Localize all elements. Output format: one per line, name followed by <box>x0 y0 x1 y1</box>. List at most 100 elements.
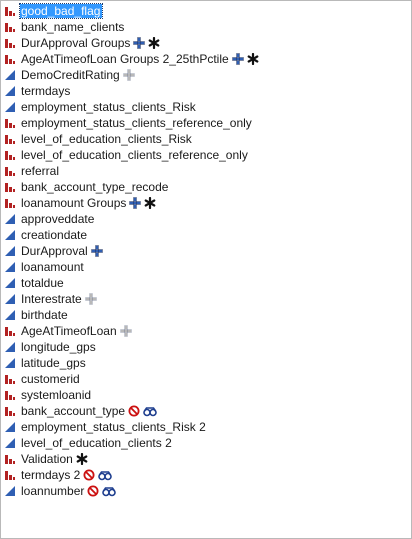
continuous-triangle-icon <box>4 85 16 97</box>
hidden-icon[interactable] <box>102 485 117 497</box>
continuous-triangle-icon <box>4 69 16 81</box>
column-name: creationdate <box>21 228 88 242</box>
continuous-triangle-icon <box>4 245 16 257</box>
column-row[interactable]: referral <box>2 163 407 179</box>
column-row[interactable]: bank_account_type <box>2 403 407 419</box>
nominal-bar-icon <box>4 389 16 401</box>
column-name: termdays <box>21 84 71 98</box>
column-name: good_bad_flag <box>18 3 104 19</box>
asterisk-icon[interactable] <box>76 453 88 465</box>
asterisk-icon[interactable] <box>247 53 259 65</box>
nominal-bar-icon <box>4 405 16 417</box>
formula-blue-icon[interactable] <box>231 53 244 65</box>
formula-gray-icon[interactable] <box>84 293 97 305</box>
formula-blue-icon[interactable] <box>90 245 103 257</box>
formula-gray-icon[interactable] <box>122 69 135 81</box>
nominal-bar-icon <box>4 373 16 385</box>
nominal-bar-icon <box>4 325 16 337</box>
column-row[interactable]: DurApproval Groups <box>2 35 407 51</box>
hidden-icon[interactable] <box>143 405 157 417</box>
nominal-bar-icon <box>4 165 16 177</box>
column-name: customerid <box>21 372 80 386</box>
column-row[interactable]: birthdate <box>2 307 407 323</box>
nominal-bar-icon <box>4 197 16 209</box>
continuous-triangle-icon <box>4 357 16 369</box>
column-name: Validation <box>21 452 73 466</box>
nominal-bar-icon <box>4 117 16 129</box>
column-row[interactable]: bank_account_type_recode <box>2 179 407 195</box>
column-name: level_of_education_clients_reference_onl… <box>21 148 248 162</box>
column-name: Interestrate <box>21 292 82 306</box>
formula-blue-icon[interactable] <box>133 37 146 49</box>
column-name: employment_status_clients_reference_only <box>21 116 252 130</box>
continuous-triangle-icon <box>4 485 16 497</box>
formula-gray-icon[interactable] <box>119 325 132 337</box>
column-name: AgeAtTimeofLoan <box>21 324 117 338</box>
excluded-icon[interactable] <box>83 469 95 481</box>
column-row[interactable]: level_of_education_clients_Risk <box>2 131 407 147</box>
column-row[interactable]: DemoCreditRating <box>2 67 407 83</box>
continuous-triangle-icon <box>4 277 16 289</box>
column-row[interactable]: good_bad_flag <box>2 3 407 19</box>
formula-blue-icon[interactable] <box>129 197 142 209</box>
column-row[interactable]: approveddate <box>2 211 407 227</box>
column-name: latitude_gps <box>21 356 86 370</box>
continuous-triangle-icon <box>4 437 16 449</box>
column-name: DurApproval Groups <box>21 36 131 50</box>
column-name: employment_status_clients_Risk <box>21 100 196 114</box>
column-row[interactable]: totaldue <box>2 275 407 291</box>
column-row[interactable]: loannumber <box>2 483 407 499</box>
nominal-bar-icon <box>4 469 16 481</box>
column-row[interactable]: level_of_education_clients 2 <box>2 435 407 451</box>
column-row[interactable]: termdays 2 <box>2 467 407 483</box>
asterisk-icon[interactable] <box>148 37 160 49</box>
continuous-triangle-icon <box>4 293 16 305</box>
continuous-triangle-icon <box>4 213 16 225</box>
asterisk-icon[interactable] <box>144 197 156 209</box>
column-name: DemoCreditRating <box>21 68 120 82</box>
column-name: longitude_gps <box>21 340 96 354</box>
excluded-icon[interactable] <box>128 405 140 417</box>
column-name: level_of_education_clients 2 <box>21 436 172 450</box>
column-row[interactable]: systemloanid <box>2 387 407 403</box>
hidden-icon[interactable] <box>98 469 113 481</box>
column-row[interactable]: employment_status_clients_Risk <box>2 99 407 115</box>
column-row[interactable]: latitude_gps <box>2 355 407 371</box>
continuous-triangle-icon <box>4 229 16 241</box>
column-row[interactable]: DurApproval <box>2 243 407 259</box>
nominal-bar-icon <box>4 37 16 49</box>
nominal-bar-icon <box>4 5 16 17</box>
column-row[interactable]: AgeAtTimeofLoan Groups 2_25thPctile <box>2 51 407 67</box>
column-row[interactable]: creationdate <box>2 227 407 243</box>
column-name: bank_account_type <box>21 404 126 418</box>
column-row[interactable]: termdays <box>2 83 407 99</box>
column-name: systemloanid <box>21 388 92 402</box>
nominal-bar-icon <box>4 53 16 65</box>
nominal-bar-icon <box>4 453 16 465</box>
column-row[interactable]: level_of_education_clients_reference_onl… <box>2 147 407 163</box>
column-row[interactable]: employment_status_clients_reference_only <box>2 115 407 131</box>
column-name: referral <box>21 164 60 178</box>
column-list-panel: good_bad_flag bank_name_clients DurApprova… <box>0 0 412 539</box>
excluded-icon[interactable] <box>87 485 99 497</box>
column-row[interactable]: customerid <box>2 371 407 387</box>
column-row[interactable]: loanamount <box>2 259 407 275</box>
nominal-bar-icon <box>4 133 16 145</box>
column-name: totaldue <box>21 276 64 290</box>
column-row[interactable]: bank_name_clients <box>2 19 407 35</box>
column-row[interactable]: Interestrate <box>2 291 407 307</box>
column-name: bank_account_type_recode <box>21 180 169 194</box>
column-name: loanamount Groups <box>21 196 127 210</box>
continuous-triangle-icon <box>4 341 16 353</box>
column-name: birthdate <box>21 308 68 322</box>
nominal-bar-icon <box>4 21 16 33</box>
column-name: loanamount <box>21 260 84 274</box>
column-row[interactable]: employment_status_clients_Risk 2 <box>2 419 407 435</box>
continuous-triangle-icon <box>4 101 16 113</box>
column-name: termdays 2 <box>21 468 81 482</box>
column-row[interactable]: longitude_gps <box>2 339 407 355</box>
column-row[interactable]: AgeAtTimeofLoan <box>2 323 407 339</box>
column-row[interactable]: Validation <box>2 451 407 467</box>
column-name: level_of_education_clients_Risk <box>21 132 192 146</box>
column-row[interactable]: loanamount Groups <box>2 195 407 211</box>
